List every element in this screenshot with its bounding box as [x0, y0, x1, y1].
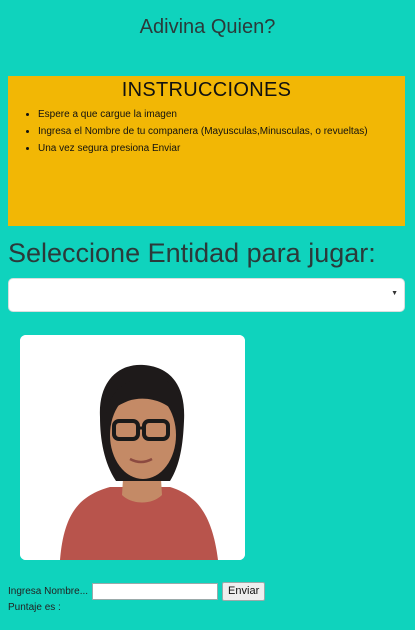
- score-label: Puntaje es :: [8, 602, 61, 613]
- send-button[interactable]: Enviar: [222, 582, 266, 601]
- instruction-item: Una vez segura presiona Enviar: [38, 140, 405, 157]
- name-input[interactable]: [92, 583, 219, 600]
- page-title: Adivina Quien?: [139, 16, 276, 38]
- instructions-panel: INSTRUCCIONES Espere a que cargue la ima…: [8, 76, 405, 226]
- instruction-item: Espere a que cargue la imagen: [38, 106, 405, 123]
- answer-row: Ingresa Nombre... Enviar: [8, 582, 266, 601]
- instructions-list: Espere a que cargue la imagen Ingresa el…: [8, 106, 405, 157]
- person-portrait-icon: [20, 335, 245, 560]
- entity-select[interactable]: ▼: [8, 278, 405, 312]
- instruction-item: Ingresa el Nombre de tu companera (Mayus…: [38, 123, 405, 140]
- chevron-down-icon: ▼: [391, 290, 398, 297]
- instructions-heading: INSTRUCCIONES: [121, 79, 292, 101]
- entity-select-heading: Seleccione Entidad para jugar:: [8, 238, 376, 268]
- person-photo: [20, 335, 245, 560]
- answer-label: Ingresa Nombre...: [8, 586, 89, 597]
